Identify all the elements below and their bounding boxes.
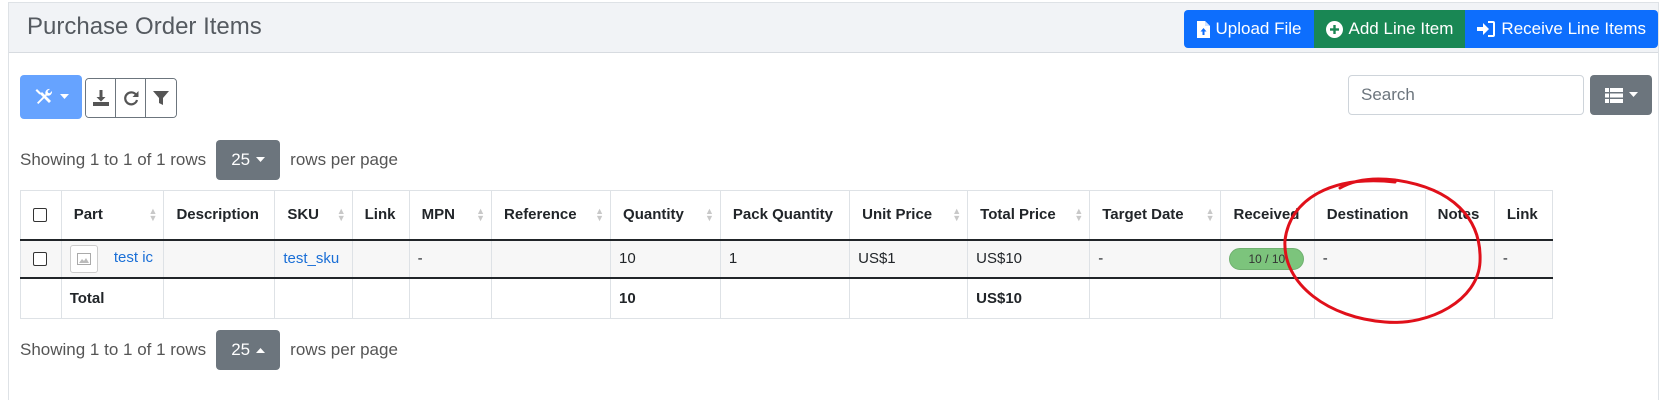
- caret-down-icon: [1628, 92, 1638, 97]
- caret-down-icon: [256, 157, 266, 162]
- sort-icon: ▲ ▼: [336, 206, 346, 223]
- cell-link: [352, 239, 410, 279]
- caret-up-icon: [256, 348, 266, 353]
- receive-line-items-button[interactable]: Receive Line Items: [1465, 10, 1658, 48]
- refresh-button[interactable]: [116, 79, 146, 117]
- page-size-dropdown[interactable]: 25: [216, 140, 281, 180]
- col-link-2: Link: [1494, 190, 1554, 241]
- col-mpn[interactable]: MPN ▲ ▼: [409, 190, 493, 241]
- rows-per-page-label: rows per page: [290, 340, 398, 359]
- purchase-order-items-panel: Purchase Order Items Upload File Add Lin…: [8, 2, 1659, 400]
- col-pack-quantity: Pack Quantity: [720, 190, 851, 241]
- table-toolbar: [20, 73, 1652, 119]
- cell-link-2: -: [1494, 239, 1554, 279]
- cell-destination: -: [1314, 239, 1426, 279]
- tools-icon: [35, 88, 52, 104]
- sku-link[interactable]: test_sku: [283, 250, 339, 267]
- pagination-bottom: Showing 1 to 1 of 1 rows 25 rows per pag…: [20, 330, 398, 370]
- cell-description: [163, 239, 276, 279]
- filter-icon: [153, 91, 169, 105]
- upload-file-button[interactable]: Upload File: [1183, 10, 1314, 48]
- total-price: US$10: [967, 277, 1091, 319]
- table-total-row: Total 10 US$10: [20, 277, 1554, 319]
- panel-title: Purchase Order Items: [27, 13, 262, 40]
- download-button[interactable]: [86, 79, 116, 117]
- caret-down-icon: [59, 94, 69, 99]
- upload-file-label: Upload File: [1215, 19, 1302, 38]
- search-input[interactable]: [1348, 75, 1584, 115]
- total-label: Total: [61, 277, 165, 319]
- cell-reference: [491, 239, 612, 279]
- col-target-date[interactable]: Target Date ▲ ▼: [1089, 190, 1222, 241]
- received-progress-badge: 10 / 10: [1229, 247, 1305, 270]
- items-table: Part ▲ ▼ Description SKU ▲ ▼ Link MPN ▲ ▼ Refe…: [20, 190, 1554, 319]
- col-destination: Destination: [1314, 190, 1426, 241]
- page-size-value: 25: [231, 150, 251, 169]
- cell-total-price: US$10: [967, 239, 1091, 279]
- add-line-item-button[interactable]: Add Line Item: [1313, 10, 1466, 48]
- part-link[interactable]: test ic: [114, 249, 153, 266]
- part-thumbnail: [69, 244, 98, 273]
- list-view-icon: [1604, 87, 1623, 103]
- receive-line-items-label: Receive Line Items: [1501, 19, 1646, 38]
- filter-button[interactable]: [146, 79, 176, 117]
- sort-icon: ▲ ▼: [1074, 206, 1084, 223]
- cell-mpn: -: [409, 239, 493, 279]
- col-notes: Notes: [1425, 190, 1495, 241]
- view-toggle-button[interactable]: [1590, 75, 1652, 115]
- select-all-checkbox[interactable]: [33, 208, 47, 223]
- tools-dropdown-button[interactable]: [20, 75, 82, 119]
- pagination-info: Showing 1 to 1 of 1 rows: [20, 340, 207, 359]
- col-reference[interactable]: Reference ▲ ▼: [491, 190, 612, 241]
- table-row: test ic test_sku - 10 1 US$1 US$10 - 10 …: [20, 239, 1554, 279]
- cell-part: test ic: [61, 239, 165, 279]
- sort-icon: ▲ ▼: [476, 206, 486, 223]
- add-line-item-label: Add Line Item: [1348, 19, 1454, 38]
- col-total-price[interactable]: Total Price ▲ ▼: [967, 190, 1091, 241]
- total-quantity: 10: [610, 277, 721, 319]
- col-received: Received: [1220, 190, 1315, 241]
- rows-per-page-label: rows per page: [290, 150, 398, 169]
- total-empty: [20, 277, 62, 319]
- col-description: Description: [163, 190, 276, 241]
- cell-sku: test_sku: [274, 239, 353, 279]
- cell-received: 10 / 10: [1220, 239, 1315, 279]
- cell-unit-price: US$1: [849, 239, 969, 279]
- cell-quantity: 10: [610, 239, 721, 279]
- table-actions-group: [85, 78, 177, 118]
- select-all-header: [20, 190, 62, 241]
- sign-in-icon: [1477, 21, 1496, 37]
- page-size-dropup[interactable]: 25: [216, 330, 281, 370]
- download-icon: [92, 90, 109, 106]
- sort-icon: ▲ ▼: [1205, 206, 1215, 223]
- panel-header: Purchase Order Items Upload File Add Lin…: [9, 3, 1658, 53]
- row-select: [20, 239, 62, 279]
- col-link: Link: [352, 190, 410, 241]
- cell-target-date: -: [1089, 239, 1222, 279]
- col-quantity[interactable]: Quantity ▲ ▼: [610, 190, 721, 241]
- image-placeholder-icon: [76, 252, 91, 265]
- table-header-row: Part ▲ ▼ Description SKU ▲ ▼ Link MPN ▲ ▼ Refe…: [20, 190, 1554, 241]
- col-unit-price[interactable]: Unit Price ▲ ▼: [849, 190, 969, 241]
- col-sku[interactable]: SKU ▲ ▼: [274, 190, 353, 241]
- cell-notes: [1425, 239, 1495, 279]
- cell-pack-quantity: 1: [720, 239, 851, 279]
- pagination-top: Showing 1 to 1 of 1 rows 25 rows per pag…: [20, 140, 398, 180]
- refresh-icon: [123, 91, 138, 106]
- sort-icon: ▲ ▼: [952, 206, 962, 223]
- plus-circle-icon: [1325, 20, 1343, 38]
- row-checkbox[interactable]: [33, 252, 47, 267]
- sort-icon: ▲ ▼: [148, 206, 158, 223]
- page-size-value: 25: [231, 340, 251, 359]
- file-upload-icon: [1196, 20, 1210, 38]
- sort-icon: ▲ ▼: [595, 206, 605, 223]
- pagination-info: Showing 1 to 1 of 1 rows: [20, 150, 207, 169]
- sort-icon: ▲ ▼: [705, 206, 714, 223]
- header-button-group: Upload File Add Line Item Receive Line I…: [1183, 10, 1658, 48]
- col-part[interactable]: Part ▲ ▼: [61, 190, 165, 241]
